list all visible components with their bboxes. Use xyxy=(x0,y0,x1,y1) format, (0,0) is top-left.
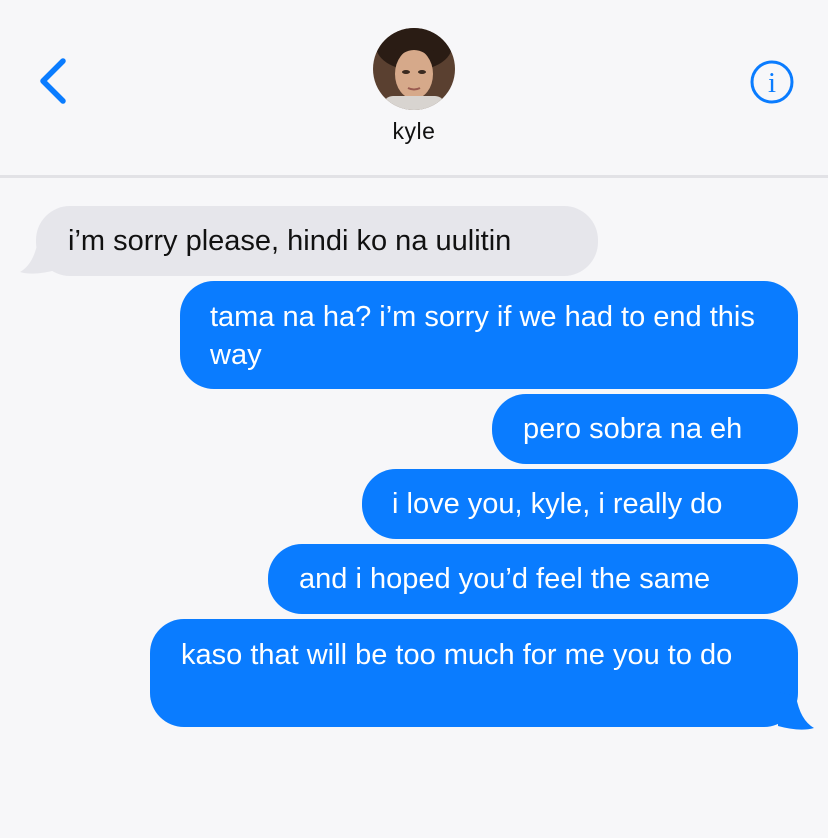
back-button[interactable] xyxy=(30,55,80,105)
outgoing-message[interactable]: kaso that will be too much for me you to… xyxy=(150,619,798,727)
outgoing-message[interactable]: tama na ha? i’m sorry if we had to end t… xyxy=(180,281,798,389)
message-text: i love you, kyle, i really do xyxy=(392,488,723,520)
outgoing-message[interactable]: i love you, kyle, i really do xyxy=(362,469,798,539)
outgoing-message[interactable]: pero sobra na eh xyxy=(492,394,798,464)
info-icon-glyph: i xyxy=(768,67,776,99)
message-text: i’m sorry please, hindi ko na uulitin xyxy=(68,225,512,257)
header-divider xyxy=(0,175,828,178)
outgoing-message[interactable]: and i hoped you’d feel the same xyxy=(268,544,798,614)
message-text: pero sobra na eh xyxy=(523,413,743,445)
info-button[interactable]: i xyxy=(748,58,796,106)
contact-avatar[interactable] xyxy=(373,28,455,110)
message-text: and i hoped you’d feel the same xyxy=(299,563,711,595)
chevron-left-icon xyxy=(40,58,66,104)
contact-name[interactable]: kyle xyxy=(0,118,828,145)
conversation-header: kyle i xyxy=(0,0,828,176)
incoming-message[interactable]: i’m sorry please, hindi ko na uulitin xyxy=(36,206,598,276)
message-text: kaso that will be too much for me you to… xyxy=(181,639,733,671)
outgoing-bubble-tail xyxy=(778,692,814,730)
message-text: tama na ha? i’m sorry if we had to end t… xyxy=(210,301,755,371)
